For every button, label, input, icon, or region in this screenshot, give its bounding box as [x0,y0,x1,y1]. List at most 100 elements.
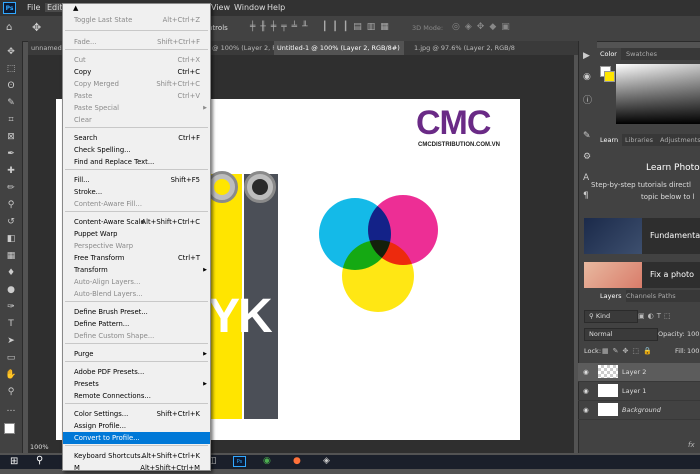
eye-icon[interactable]: ◉ [583,382,589,400]
menu-item-copy-merged[interactable]: Copy Merged Shift+Ctrl+C [63,78,210,90]
blend-mode-select[interactable]: Normal [584,328,658,341]
paragraph-icon[interactable]: ¶ [583,191,589,201]
taskbar-photoshop-icon[interactable]: Ps [233,456,246,467]
menu-file[interactable]: File [27,3,40,12]
eye-icon[interactable]: ◉ [583,401,589,419]
tab-swatches[interactable]: Swatches [622,48,661,60]
taskbar-firefox-icon[interactable]: ● [293,456,301,466]
menu-item-auto-align-layers[interactable]: Auto-Align Layers... [63,276,210,288]
move-tool-icon[interactable]: ✥ [5,46,17,58]
tab-untitled-1[interactable]: Untitled-1 @ 100% (Layer 2, RGB/8#) [274,41,404,55]
menu-item-fill[interactable]: Fill... Shift+F5 [63,174,210,186]
menu-item-presets[interactable]: Presets ▶ [63,378,210,390]
eyedropper-tool-icon[interactable]: ✒ [5,148,17,160]
menu-item-remote-connections[interactable]: Remote Connections... [63,390,210,402]
fill-value[interactable]: 100 [687,347,699,355]
character-icon[interactable]: A [583,173,589,183]
zoom-level[interactable]: 100% [30,443,49,451]
frame-tool-icon[interactable]: ⊠ [5,131,17,143]
menu-help[interactable]: Help [267,3,285,12]
menu-item-convert-to-profile[interactable]: Convert to Profile... [63,432,210,444]
eraser-tool-icon[interactable]: ◧ [5,233,17,245]
menu-item-toggle-last-state[interactable]: Toggle Last State Alt+Ctrl+Z [63,14,210,26]
type-tool-icon[interactable]: T [5,318,17,330]
menu-item-stroke[interactable]: Stroke... [63,186,210,198]
rectangle-tool-icon[interactable]: ▭ [5,352,17,364]
healing-brush-tool-icon[interactable]: ✚ [5,165,17,177]
menu-item-paste-special[interactable]: Paste Special ▶ [63,102,210,114]
brush-settings-icon[interactable]: ✎ [583,131,591,141]
history-brush-tool-icon[interactable]: ↺ [5,216,17,228]
menu-window[interactable]: Window [234,3,266,12]
zoom-tool-icon[interactable]: ⚲ [5,386,17,398]
color-bg-swatch[interactable] [604,71,615,82]
menu-item-find-and-replace-text[interactable]: Find and Replace Text... [63,156,210,168]
menu-item-content-aware-fill[interactable]: Content-Aware Fill... [63,198,210,210]
fx-icon[interactable]: fx [688,441,695,449]
menu-item-content-aware-scale[interactable]: Content-Aware Scale Alt+Shift+Ctrl+C [63,216,210,228]
menu-item-copy[interactable]: Copy Ctrl+C [63,66,210,78]
layer-filter-select[interactable]: ⚲ Kind [584,310,638,323]
dodge-tool-icon[interactable]: ● [5,284,17,296]
eye-icon[interactable]: ◉ [583,363,589,381]
tab-paths[interactable]: Paths [654,290,680,302]
hand-tool-icon[interactable]: ✋ [5,369,17,381]
menu-item-m[interactable]: M Alt+Shift+Ctrl+M [63,462,210,474]
menu-item-fade[interactable]: Fade... Shift+Ctrl+F [63,36,210,48]
opacity-value[interactable]: 100 [687,330,699,338]
brush-tool-icon[interactable]: ✏ [5,182,17,194]
menu-item-purge[interactable]: Purge ▶ [63,348,210,360]
menu-item-define-brush-preset[interactable]: Define Brush Preset... [63,306,210,318]
layer-row-background[interactable]: ◉ Background [578,401,700,420]
clone-stamp-tool-icon[interactable]: ⚲ [5,199,17,211]
3d-mode-icons[interactable]: ◎◈✥◆▣ [452,22,515,32]
move-tool-icon[interactable]: ✥ [32,21,41,34]
tab-libraries[interactable]: Libraries [621,134,657,146]
search-icon[interactable]: ⚲ [36,455,43,466]
lasso-tool-icon[interactable]: ʘ [5,80,17,92]
menu-item-assign-profile[interactable]: Assign Profile... [63,420,210,432]
tab-color[interactable]: Color [596,48,621,60]
history-icon[interactable]: ▶ [583,51,590,61]
layer-row-layer-1[interactable]: ◉ Layer 1 [578,382,700,401]
tab-adjustments[interactable]: Adjustments [656,134,700,146]
tab-1-jpg[interactable]: 1.jpg @ 97.6% (Layer 2, RGB/8 [411,41,526,55]
info-icon[interactable]: ⓘ [583,93,592,106]
quick-select-tool-icon[interactable]: ✎ [5,97,17,109]
menu-item-define-custom-shape[interactable]: Define Custom Shape... [63,330,210,342]
menu-item-check-spelling[interactable]: Check Spelling... [63,144,210,156]
menu-item-perspective-warp[interactable]: Perspective Warp [63,240,210,252]
layer-row-layer-2[interactable]: ◉ Layer 2 [578,363,700,382]
menu-item-auto-blend-layers[interactable]: Auto-Blend Layers... [63,288,210,300]
marquee-tool-icon[interactable]: ⬚ [5,63,17,75]
menu-item-clear[interactable]: Clear [63,114,210,126]
menu-item-search[interactable]: Search Ctrl+F [63,132,210,144]
blur-tool-icon[interactable]: ♦ [5,267,17,279]
tab-learn[interactable]: Learn [596,134,623,146]
distribute-icons[interactable]: ┃┃┃▤▥▦ [322,22,394,32]
learn-card-fix-photo[interactable]: Fix a photo [584,262,700,288]
more-tools-icon[interactable]: … [5,403,17,415]
menu-scroll-up-icon[interactable]: ▲ [73,4,78,12]
menu-item-define-pattern[interactable]: Define Pattern... [63,318,210,330]
gradient-tool-icon[interactable]: ▦ [5,250,17,262]
menu-item-cut[interactable]: Cut Ctrl+X [63,54,210,66]
align-icons[interactable]: ╪╫╪╤╧╨ [250,22,313,32]
color-picker-field[interactable] [616,64,700,124]
foreground-color-swatch[interactable] [4,423,15,434]
path-selection-tool-icon[interactable]: ➤ [5,335,17,347]
menu-item-free-transform[interactable]: Free Transform Ctrl+T [63,252,210,264]
menu-item-adobe-pdf-presets[interactable]: Adobe PDF Presets... [63,366,210,378]
lock-icons[interactable]: ▦✎✥⬚🔒 [602,347,656,355]
windows-start-icon[interactable]: ⊞ [10,456,18,467]
layer-filter-icons[interactable]: ▣◐T⬚ [638,312,674,320]
menu-item-color-settings[interactable]: Color Settings... Shift+Ctrl+K [63,408,210,420]
menu-view[interactable]: View [211,3,230,12]
taskbar-app-icon[interactable]: ◈ [323,456,330,466]
learn-card-fundamentals[interactable]: Fundamental [584,218,700,254]
crop-tool-icon[interactable]: ⌗ [5,114,17,126]
pen-tool-icon[interactable]: ✑ [5,301,17,313]
menu-item-keyboard-shortcuts[interactable]: Keyboard Shortcuts... Alt+Shift+Ctrl+K [63,450,210,462]
taskbar-app-icon[interactable]: ◉ [263,456,271,466]
menu-item-transform[interactable]: Transform ▶ [63,264,210,276]
